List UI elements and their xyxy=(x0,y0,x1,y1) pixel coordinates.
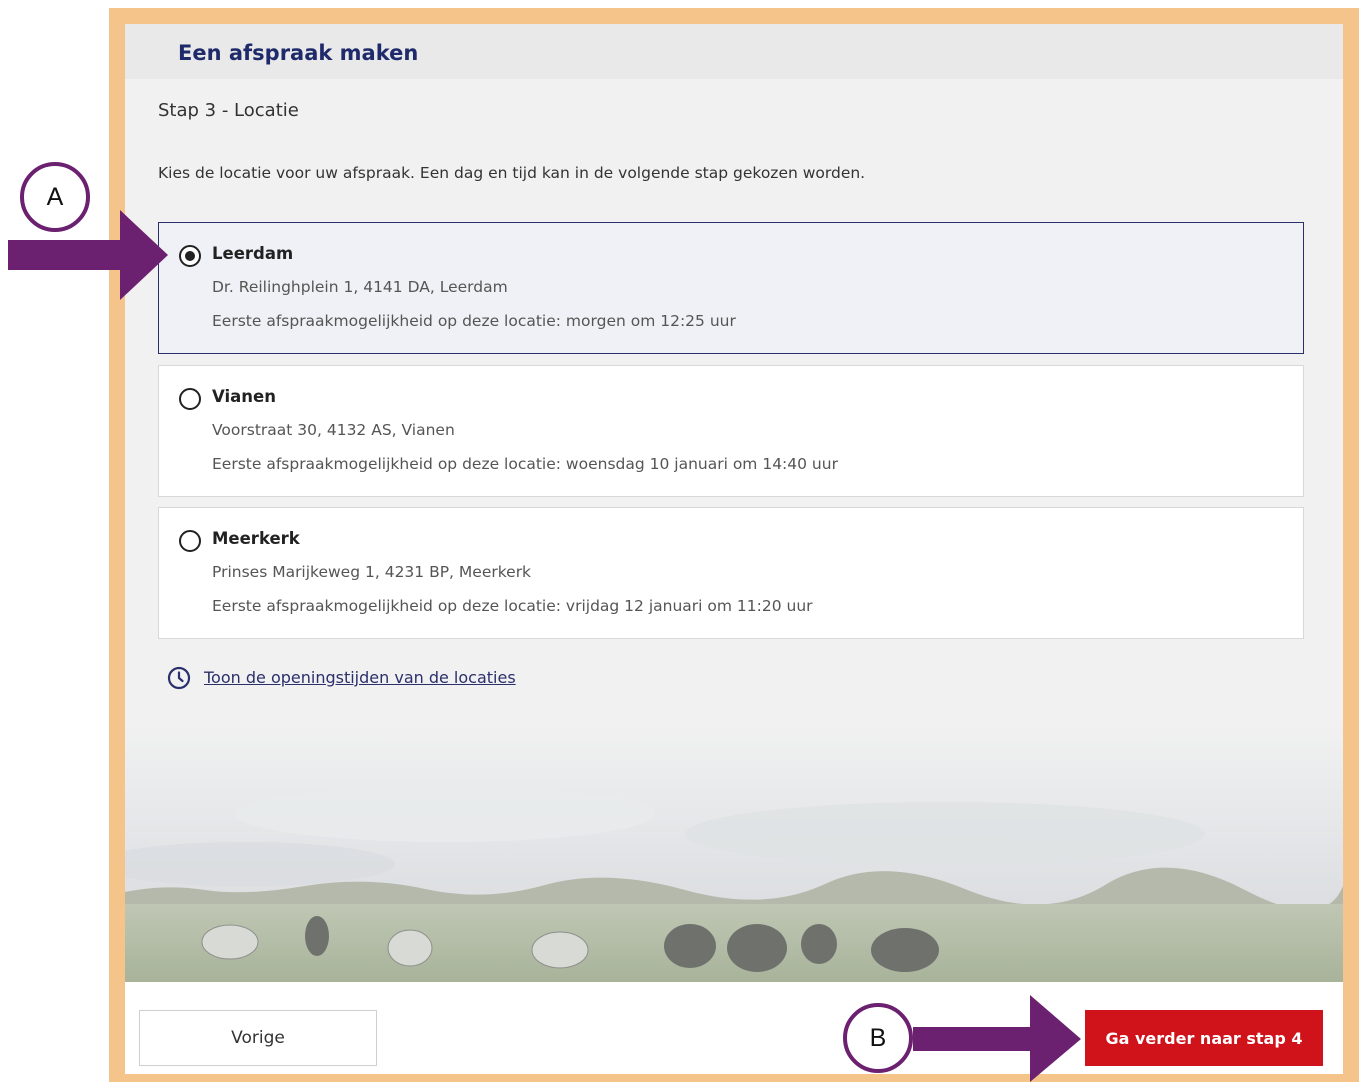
step-heading: Stap 3 - Locatie xyxy=(158,100,299,121)
location-first-availability: Eerste afspraakmogelijkheid op deze loca… xyxy=(212,312,736,330)
previous-button[interactable]: Vorige xyxy=(139,1010,377,1066)
annotation-arrow-a xyxy=(8,210,168,300)
location-address: Dr. Reilinghplein 1, 4141 DA, Leerdam xyxy=(212,278,508,296)
location-first-availability: Eerste afspraakmogelijkheid op deze loca… xyxy=(212,455,838,473)
location-name: Leerdam xyxy=(212,244,294,263)
annotation-arrow-b xyxy=(913,995,1081,1082)
radio-button[interactable] xyxy=(179,530,201,552)
location-address: Prinses Marijkeweg 1, 4231 BP, Meerkerk xyxy=(212,563,532,581)
page-title: Een afspraak maken xyxy=(178,41,419,65)
location-option-vianen[interactable]: Vianen Voorstraat 30, 4132 AS, Vianen Ee… xyxy=(158,365,1304,497)
appointment-panel: Een afspraak maken Stap 3 - Locatie Kies… xyxy=(125,24,1343,982)
clock-icon xyxy=(167,666,191,690)
opening-hours-label[interactable]: Toon de openingstijden van de locaties xyxy=(204,668,516,687)
location-name: Vianen xyxy=(212,387,276,406)
location-option-leerdam[interactable]: Leerdam Dr. Reilinghplein 1, 4141 DA, Le… xyxy=(158,222,1304,354)
location-first-availability: Eerste afspraakmogelijkheid op deze loca… xyxy=(212,597,813,615)
intro-text: Kies de locatie voor uw afspraak. Een da… xyxy=(158,164,866,182)
callout-b: B xyxy=(843,1003,913,1073)
radio-button-selected[interactable] xyxy=(179,245,201,267)
location-name: Meerkerk xyxy=(212,529,300,548)
location-option-meerkerk[interactable]: Meerkerk Prinses Marijkeweg 1, 4231 BP, … xyxy=(158,507,1304,639)
landscape-background-image xyxy=(125,724,1343,982)
location-address: Voorstraat 30, 4132 AS, Vianen xyxy=(212,421,455,439)
panel-header: Een afspraak maken xyxy=(125,24,1343,79)
panel-footer: Vorige Ga verder naar stap 4 xyxy=(125,982,1343,1074)
next-step-button[interactable]: Ga verder naar stap 4 xyxy=(1085,1010,1323,1066)
radio-button[interactable] xyxy=(179,388,201,410)
